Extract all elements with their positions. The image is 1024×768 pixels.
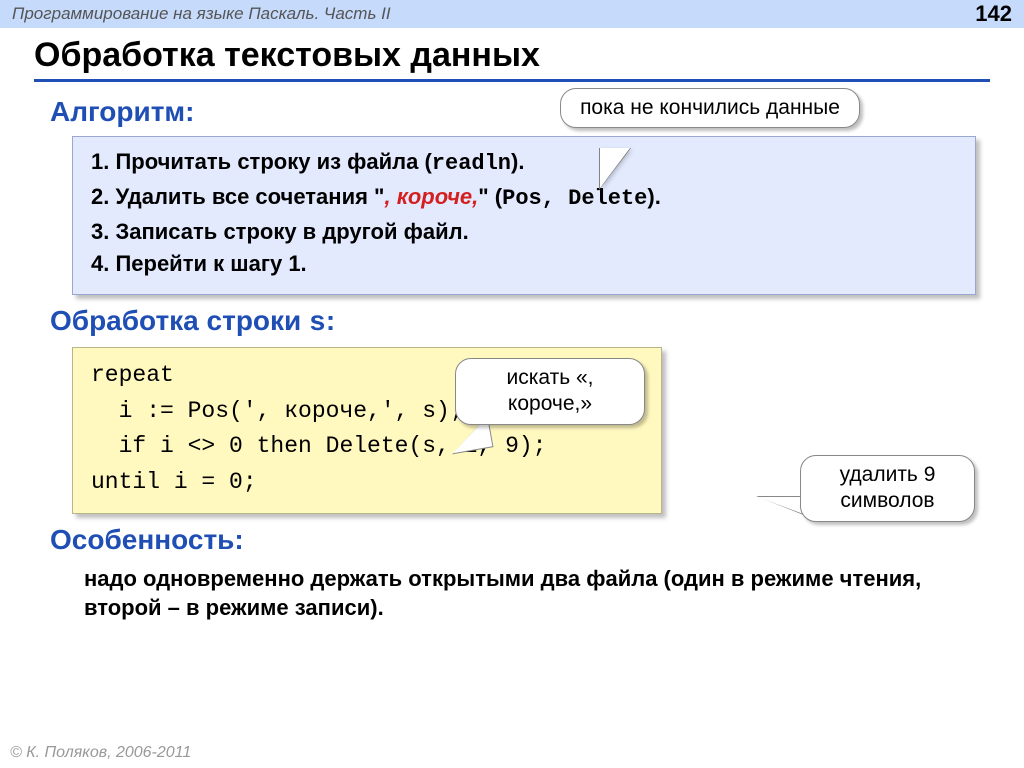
code-line-1: repeat <box>91 362 174 388</box>
section-processing-var: s <box>309 308 326 339</box>
algo-step-1c: ). <box>511 149 524 174</box>
algo-step-3: 3. Записать строку в другой файл. <box>91 217 957 248</box>
callout-tail <box>600 148 630 188</box>
section-processing: Обработка строки s: <box>50 305 990 339</box>
page-number: 142 <box>975 1 1012 27</box>
algo-step-4: 4. Перейти к шагу 1. <box>91 249 957 280</box>
feature-text: надо одновременно держать открытыми два … <box>84 564 950 623</box>
algo-step-2a: 2. Удалить все сочетания " <box>91 184 384 209</box>
algo-step-2g: ). <box>647 184 660 209</box>
callout-delete-9: удалить 9 символов <box>800 455 975 522</box>
section-processing-post: : <box>326 305 335 336</box>
copyright: © К. Поляков, 2006-2011 <box>10 744 191 762</box>
algo-step-3-text: 3. Записать строку в другой файл. <box>91 219 469 244</box>
callout-while-data: пока не кончились данные <box>560 88 860 128</box>
callout-search-pattern: искать «, короче,» <box>455 358 645 425</box>
callout-tail <box>758 497 806 515</box>
section-feature: Особенность: <box>50 524 990 556</box>
algo-step-2-pattern: , короче, <box>384 184 478 209</box>
algo-step-1: 1. Прочитать строку из файла (readln). <box>91 147 957 180</box>
algorithm-box: 1. Прочитать строку из файла (readln). 2… <box>72 136 976 295</box>
algo-step-2c: " ( <box>478 184 502 209</box>
algo-step-2-pos: Pos <box>502 186 542 211</box>
slide-content: Обработка текстовых данных Алгоритм: 1. … <box>0 28 1024 623</box>
algo-step-1-readln: readln <box>432 151 511 176</box>
code-line-4: until i = 0; <box>91 469 257 495</box>
algo-step-4-text: 4. Перейти к шагу 1. <box>91 251 307 276</box>
section-processing-pre: Обработка строки <box>50 305 309 336</box>
course-title: Программирование на языке Паскаль. Часть… <box>12 4 391 24</box>
algo-step-2e: , <box>542 186 568 211</box>
slide-title: Обработка текстовых данных <box>34 36 990 82</box>
code-line-2: i := Pos(', короче,', s); <box>91 398 464 424</box>
algo-step-1a: 1. Прочитать строку из файла ( <box>91 149 432 174</box>
algo-step-2: 2. Удалить все сочетания ", короче," (Po… <box>91 182 957 215</box>
top-bar: Программирование на языке Паскаль. Часть… <box>0 0 1024 28</box>
